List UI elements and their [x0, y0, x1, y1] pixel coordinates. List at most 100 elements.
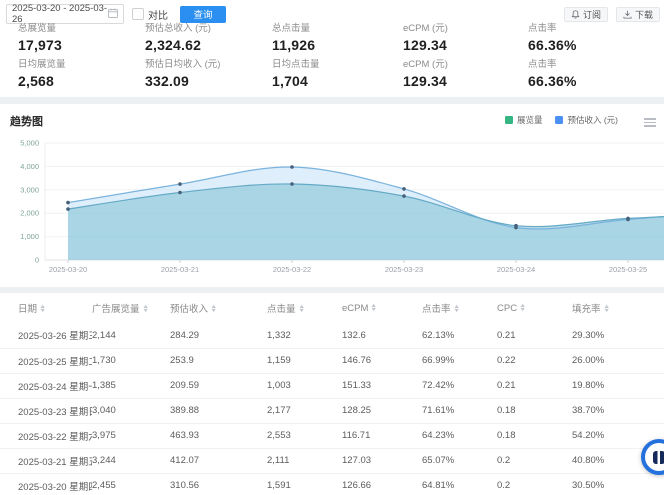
trend-area-chart[interactable]: 01,0002,0003,0004,0005,0002025-03-202025… — [0, 130, 664, 280]
table-cell: 62.13% — [422, 323, 497, 348]
trend-chart-card: 趋势图 展览量预估收入 (元) 01,0002,0003,0004,0005,0… — [0, 104, 664, 287]
data-point — [626, 217, 630, 221]
kpi-label: eCPM (元) — [403, 58, 528, 72]
sort-carets-icon[interactable]: ▲▼ — [371, 304, 376, 312]
table-cell: 0.22 — [497, 348, 572, 373]
kpi-label: 日均点击量 — [272, 58, 403, 72]
table-cell: 29.30% — [572, 323, 664, 348]
x-axis-tick-label: 2025-03-24 — [497, 265, 535, 274]
kpi-value: 332.09 — [145, 72, 272, 91]
summary-row: 日均展览量2,568预估日均收入 (元)332.09日均点击量1,704eCPM… — [0, 58, 664, 91]
column-header[interactable]: 点击量▲▼ — [267, 293, 342, 323]
x-axis-tick-label: 2025-03-23 — [385, 265, 423, 274]
kpi-label: 预估总收入 (元) — [145, 22, 272, 36]
date-range-input[interactable]: 2025-03-20 - 2025-03-26 — [6, 4, 124, 24]
table-cell: 1,730 — [92, 348, 170, 373]
download-button[interactable]: 下载 — [616, 7, 660, 22]
kpi-label: 点击率 — [528, 22, 664, 36]
sort-carets-icon[interactable]: ▲▼ — [454, 305, 459, 313]
kpi-label: 总展览量 — [18, 22, 145, 36]
column-header[interactable]: eCPM▲▼ — [342, 293, 422, 323]
table-cell: 412.07 — [170, 448, 267, 473]
column-header-label: 预估收入 — [170, 304, 208, 315]
table-cell: 310.56 — [170, 473, 267, 495]
column-header[interactable]: CPC▲▼ — [497, 293, 572, 323]
sort-carets-icon[interactable]: ▲▼ — [604, 305, 609, 313]
data-point — [178, 191, 182, 195]
data-point — [514, 224, 518, 228]
column-header-label: eCPM — [342, 303, 368, 314]
kpi-value: 129.34 — [403, 72, 528, 91]
sort-carets-icon[interactable]: ▲▼ — [211, 305, 216, 313]
column-header[interactable]: 填充率▲▼ — [572, 293, 664, 323]
table-row[interactable]: 2025-03-23 星期日3,040389.882,177128.2571.6… — [0, 398, 664, 423]
column-header[interactable]: 日期▲▼ — [0, 293, 92, 323]
filter-summary-card: 2025-03-20 - 2025-03-26 对比 查询 订阅 下载 总展览量… — [0, 0, 664, 97]
kpi-cell: 总展览量17,973 — [18, 22, 145, 55]
chart-legend: 展览量预估收入 (元) — [505, 114, 618, 126]
kpi-value: 66.36% — [528, 36, 664, 55]
table-cell: 128.25 — [342, 398, 422, 423]
table-cell: 127.03 — [342, 448, 422, 473]
chart-title: 趋势图 — [10, 113, 43, 129]
kpi-value: 2,324.62 — [145, 36, 272, 55]
sort-carets-icon[interactable]: ▲▼ — [520, 304, 525, 312]
table-cell: 1,332 — [267, 323, 342, 348]
table-cell: 0.18 — [497, 423, 572, 448]
table-cell: 146.76 — [342, 348, 422, 373]
compare-label: 对比 — [148, 7, 168, 22]
table-cell: 3,975 — [92, 423, 170, 448]
y-axis-tick-label: 0 — [35, 256, 39, 265]
table-cell: 1,159 — [267, 348, 342, 373]
table-cell: 0.2 — [497, 473, 572, 495]
table-cell: 0.2 — [497, 448, 572, 473]
table-cell: 132.6 — [342, 323, 422, 348]
summary-kpis: 总展览量17,973预估总收入 (元)2,324.62总点击量11,926eCP… — [0, 22, 664, 94]
chart-header: 趋势图 展览量预估收入 (元) — [10, 112, 664, 130]
data-point — [66, 201, 70, 205]
compare-checkbox[interactable] — [132, 8, 144, 20]
kpi-cell: 总点击量11,926 — [272, 22, 403, 55]
table-cell: 0.21 — [497, 323, 572, 348]
table-row[interactable]: 2025-03-21 星期五3,244412.072,111127.0365.0… — [0, 448, 664, 473]
column-header-label: 点击量 — [267, 304, 296, 315]
column-header-label: 填充率 — [572, 304, 601, 315]
table-cell: 72.42% — [422, 373, 497, 398]
table-row[interactable]: 2025-03-24 星期一1,385209.591,003151.3372.4… — [0, 373, 664, 398]
subscribe-button[interactable]: 订阅 — [564, 7, 608, 22]
table-cell: 2025-03-25 星期二 — [0, 348, 92, 373]
table-cell: 64.81% — [422, 473, 497, 495]
kpi-label: 日均展览量 — [18, 58, 145, 72]
legend-item[interactable]: 展览量 — [505, 114, 543, 126]
table-cell: 463.93 — [170, 423, 267, 448]
column-header[interactable]: 预估收入▲▼ — [170, 293, 267, 323]
table-cell: 126.66 — [342, 473, 422, 495]
column-header-label: 点击率 — [422, 304, 451, 315]
table-cell: 65.07% — [422, 448, 497, 473]
table-cell: 26.00% — [572, 348, 664, 373]
table-row[interactable]: 2025-03-22 星期六3,975463.932,553116.7164.2… — [0, 423, 664, 448]
table-cell: 2,111 — [267, 448, 342, 473]
data-point — [290, 182, 294, 186]
query-button[interactable]: 查询 — [180, 6, 226, 23]
table-cell: 1,385 — [92, 373, 170, 398]
table-row[interactable]: 2025-03-25 星期二1,730253.91,159146.7666.99… — [0, 348, 664, 373]
legend-item[interactable]: 预估收入 (元) — [555, 114, 618, 126]
kpi-value: 2,568 — [18, 72, 145, 91]
table-cell: 0.18 — [497, 398, 572, 423]
column-header[interactable]: 广告展览量▲▼ — [92, 293, 170, 323]
column-header[interactable]: 点击率▲▼ — [422, 293, 497, 323]
x-axis-tick-label: 2025-03-20 — [49, 265, 87, 274]
column-header-label: CPC — [497, 303, 517, 314]
sort-carets-icon[interactable]: ▲▼ — [143, 305, 148, 313]
table-cell: 71.61% — [422, 398, 497, 423]
table-row[interactable]: 2025-03-26 星期三2,144284.291,332132.662.13… — [0, 323, 664, 348]
chart-menu-icon[interactable] — [644, 116, 656, 129]
table-row[interactable]: 2025-03-20 星期四2,455310.561,591126.6664.8… — [0, 473, 664, 495]
sort-carets-icon[interactable]: ▲▼ — [40, 305, 45, 313]
sort-carets-icon[interactable]: ▲▼ — [299, 305, 304, 313]
data-point — [178, 182, 182, 186]
y-axis-tick-label: 4,000 — [20, 162, 39, 171]
table-cell: 389.88 — [170, 398, 267, 423]
compare-option: 对比 — [132, 7, 168, 22]
